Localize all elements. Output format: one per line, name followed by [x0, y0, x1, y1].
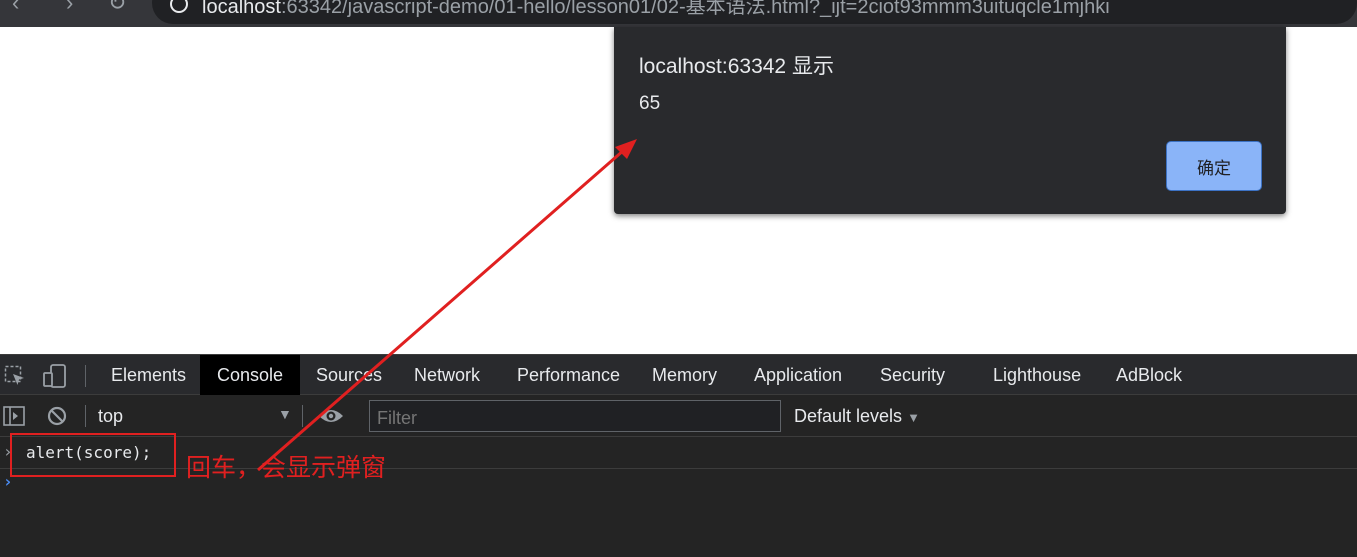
back-arrow-icon[interactable]: ‹: [12, 0, 19, 14]
dialog-message: 65: [639, 93, 661, 114]
tab-memory[interactable]: Memory: [652, 355, 717, 395]
log-levels-label: Default levels: [794, 406, 903, 426]
tab-network[interactable]: Network: [414, 355, 480, 395]
tab-application[interactable]: Application: [754, 355, 842, 395]
context-dropdown-icon[interactable]: ▼: [278, 406, 292, 422]
live-expression-eye-icon[interactable]: [317, 407, 345, 425]
console-toolbar: top ▼ Default levels ▼: [0, 395, 1357, 437]
tab-elements[interactable]: Elements: [111, 355, 186, 395]
site-info-icon[interactable]: [170, 0, 188, 13]
reload-icon[interactable]: ↻: [108, 0, 126, 14]
device-toolbar-icon[interactable]: [42, 363, 68, 389]
address-text: localhost:63342/javascript-demo/01-hello…: [202, 0, 1110, 18]
dialog-title: localhost:63342 显示: [639, 55, 834, 78]
devtools-tab-bar: Elements Console Sources Network Perform…: [0, 354, 1357, 395]
tab-adblock[interactable]: AdBlock: [1116, 355, 1182, 395]
annotation-text: 回车，会显示弹窗: [186, 453, 387, 482]
toolbar-divider: [85, 405, 86, 427]
tab-lighthouse[interactable]: Lighthouse: [993, 355, 1081, 395]
dialog-ok-button[interactable]: 确定: [1166, 141, 1262, 191]
inspect-element-icon[interactable]: [4, 365, 26, 387]
tab-performance[interactable]: Performance: [517, 355, 620, 395]
toolbar-divider: [302, 405, 303, 427]
annotation-highlight-box: [10, 433, 176, 477]
tab-sources[interactable]: Sources: [316, 355, 382, 395]
clear-console-icon[interactable]: [46, 405, 68, 427]
address-bar[interactable]: localhost:63342/javascript-demo/01-hello…: [152, 0, 1357, 24]
tab-security[interactable]: Security: [880, 355, 945, 395]
filter-input[interactable]: [369, 400, 781, 432]
log-levels-dropdown[interactable]: Default levels ▼: [794, 406, 920, 427]
levels-caret-icon: ▼: [907, 410, 920, 425]
forward-arrow-icon[interactable]: ›: [66, 0, 73, 14]
browser-toolbar: ‹ › ↻ localhost:63342/javascript-demo/01…: [0, 0, 1357, 27]
alert-dialog: localhost:63342 显示 65 确定: [614, 27, 1286, 214]
toolbar-divider: [85, 365, 86, 387]
tab-console[interactable]: Console: [200, 355, 301, 395]
sidebar-toggle-icon[interactable]: [3, 405, 25, 427]
context-selector[interactable]: top: [98, 406, 123, 427]
